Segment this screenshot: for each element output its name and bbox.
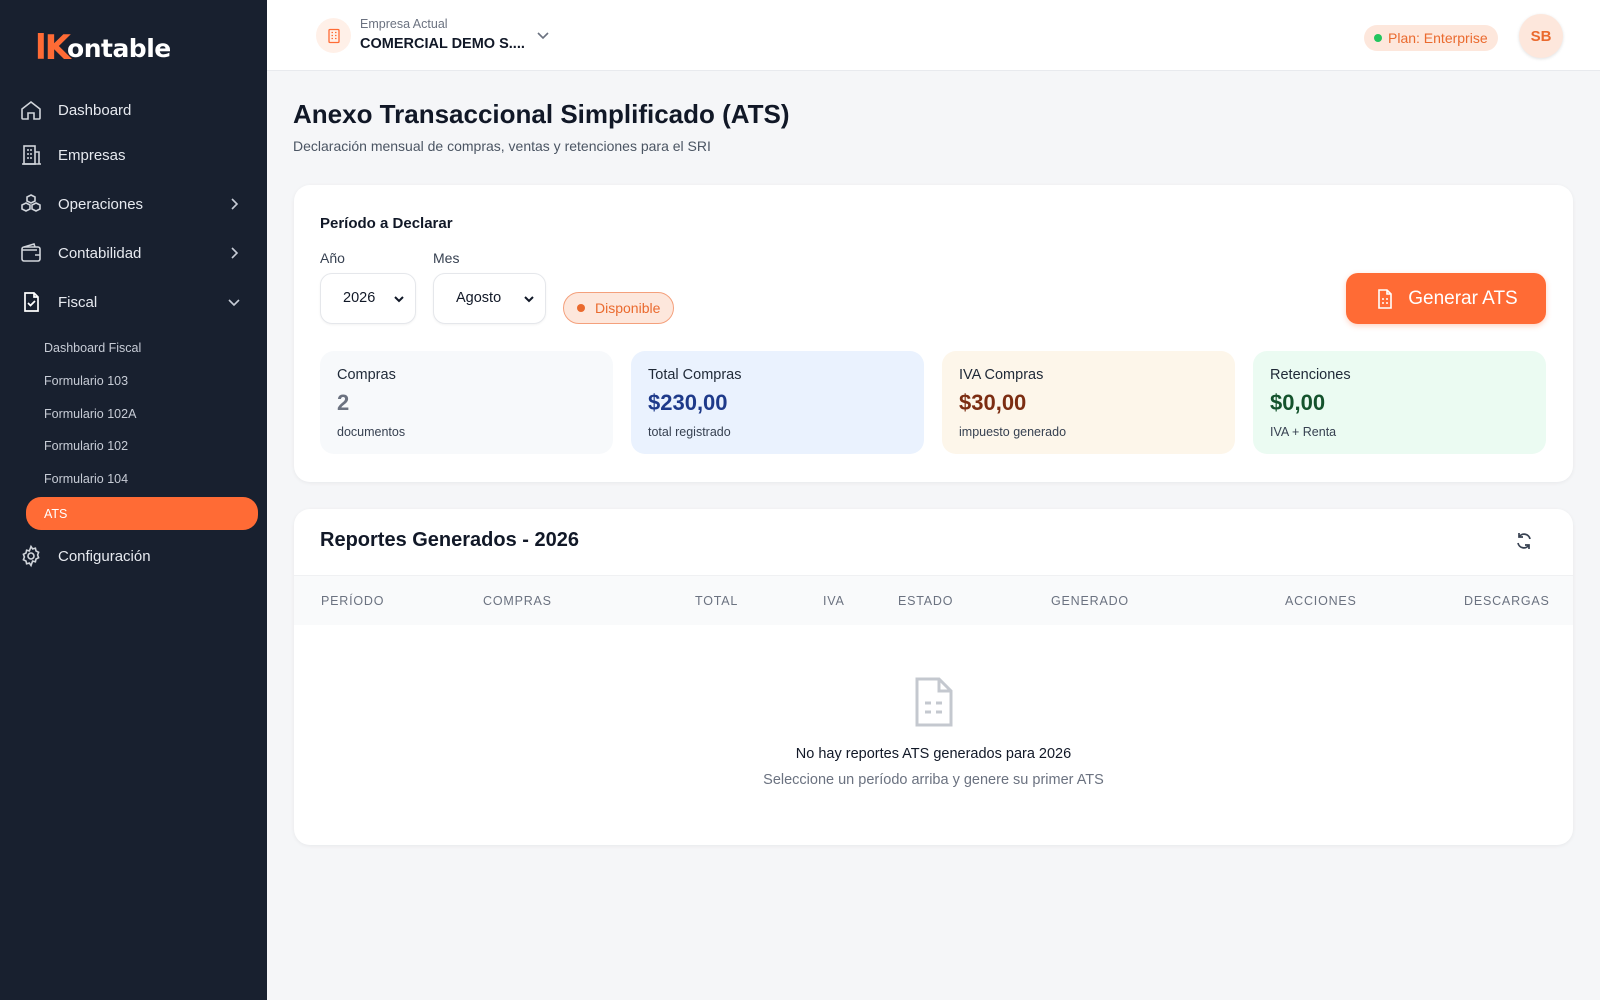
generate-ats-label: Generar ATS [1408, 287, 1518, 309]
status-dot [1374, 34, 1382, 42]
page-title: Anexo Transaccional Simplificado (ATS) [293, 99, 790, 129]
sidebar-item-fiscal[interactable]: Fiscal [18, 282, 250, 322]
column-header-generado: GENERADO [1051, 594, 1129, 608]
chevron-down-icon [394, 296, 404, 303]
stat-subtitle: impuesto generado [959, 425, 1067, 439]
sidebar-subitem-formulario-102[interactable]: Formulario 102 [26, 431, 258, 461]
stat-title: Compras [337, 367, 396, 383]
stat-card-iva-compras: IVA Compras $30,00 impuesto generado [942, 351, 1235, 454]
stat-card-compras: Compras 2 documentos [320, 351, 613, 454]
empty-document-icon [915, 677, 953, 727]
column-header-estado: ESTADO [898, 594, 954, 608]
stat-value: $0,00 [1270, 390, 1326, 415]
stat-value: 2 [337, 390, 350, 415]
sidebar-item-label: Contabilidad [58, 244, 142, 262]
year-value: 2026 [343, 290, 376, 306]
wallet-icon [18, 240, 44, 266]
sidebar-item-configuracion[interactable]: Configuración [18, 536, 250, 576]
sidebar: lK ontable Dashboard Empresas Operacione… [0, 0, 267, 1000]
logo-mark: lK [35, 28, 71, 68]
sidebar-subitem-formulario-102a[interactable]: Formulario 102A [26, 399, 258, 429]
cubes-icon [18, 191, 44, 217]
chevron-right-icon [231, 198, 239, 210]
stat-subtitle: total registrado [648, 425, 731, 439]
stat-value: $230,00 [648, 390, 728, 415]
chevron-down-icon[interactable] [535, 27, 551, 43]
sidebar-item-label: Configuración [58, 547, 151, 565]
period-card: Período a Declarar Año 2026 Mes Agosto D… [294, 185, 1573, 482]
month-label: Mes [433, 250, 460, 266]
document-check-icon [18, 289, 44, 315]
column-header-periodo: PERÍODO [321, 594, 385, 608]
sidebar-item-operaciones[interactable]: Operaciones [18, 184, 250, 224]
stat-title: IVA Compras [959, 367, 1044, 383]
sidebar-item-dashboard[interactable]: Dashboard [18, 90, 250, 130]
sidebar-item-label: Empresas [58, 146, 126, 164]
reports-card: Reportes Generados - 2026 PERÍODO COMPRA… [294, 509, 1573, 845]
reports-title: Reportes Generados - 2026 [320, 529, 579, 551]
column-header-descargas: DESCARGAS [1464, 594, 1550, 608]
generate-ats-button[interactable]: Generar ATS [1346, 273, 1546, 324]
column-header-compras: COMPRAS [483, 594, 552, 608]
year-label: Año [320, 250, 345, 266]
gear-icon [18, 543, 44, 569]
home-icon [18, 97, 44, 123]
page-subtitle: Declaración mensual de compras, ventas y… [293, 138, 711, 154]
logo-text: ontable [67, 33, 171, 63]
chevron-down-icon [228, 299, 240, 307]
period-title: Período a Declarar [320, 215, 453, 232]
stat-subtitle: IVA + Renta [1270, 425, 1337, 439]
building-icon [316, 18, 351, 53]
status-badge: Disponible [563, 292, 675, 324]
empty-state-subtitle: Seleccione un período arriba y genere su… [763, 772, 1104, 788]
stat-card-retenciones: Retenciones $0,00 IVA + Renta [1253, 351, 1546, 454]
stat-card-total-compras: Total Compras $230,00 total registrado [631, 351, 924, 454]
table-header: PERÍODO COMPRAS TOTAL IVA ESTADO GENERAD… [294, 575, 1573, 625]
company-label: Empresa Actual [360, 17, 448, 31]
refresh-icon[interactable] [1514, 531, 1534, 551]
column-header-acciones: ACCIONES [1285, 594, 1357, 608]
stat-title: Total Compras [648, 367, 742, 383]
sidebar-item-empresas[interactable]: Empresas [18, 135, 250, 175]
status-label: Disponible [595, 300, 661, 316]
document-icon [1378, 288, 1393, 309]
sidebar-subitem-ats[interactable]: ATS [26, 497, 258, 530]
month-value: Agosto [456, 290, 502, 306]
sidebar-item-label: Dashboard [58, 101, 132, 119]
sidebar-subitem-formulario-104[interactable]: Formulario 104 [26, 464, 258, 494]
topbar: Empresa Actual COMERCIAL DEMO S.... Plan… [267, 0, 1600, 71]
column-header-total: TOTAL [695, 594, 739, 608]
empty-state-title: No hay reportes ATS generados para 2026 [795, 746, 1072, 762]
plan-label: Plan: Enterprise [1388, 30, 1488, 46]
chevron-right-icon [231, 247, 239, 259]
plan-badge: Plan: Enterprise [1364, 25, 1498, 51]
sidebar-item-contabilidad[interactable]: Contabilidad [18, 233, 250, 273]
stat-value: $30,00 [959, 390, 1027, 415]
sidebar-subitem-dashboard-fiscal[interactable]: Dashboard Fiscal [26, 333, 258, 363]
chevron-down-icon [524, 296, 534, 303]
status-dot [577, 304, 585, 312]
company-selector[interactable]: COMERCIAL DEMO S.... [360, 36, 525, 52]
month-select[interactable]: Agosto [433, 273, 546, 324]
year-select[interactable]: 2026 [320, 273, 416, 324]
column-header-iva: IVA [823, 594, 845, 608]
stat-subtitle: documentos [337, 425, 406, 439]
sidebar-subitem-formulario-103[interactable]: Formulario 103 [26, 366, 258, 396]
sidebar-item-label: Operaciones [58, 195, 144, 213]
avatar[interactable]: SB [1519, 14, 1563, 58]
kontable-logo[interactable]: lK ontable [35, 28, 171, 68]
building-icon [18, 142, 44, 168]
sidebar-item-label: Fiscal [58, 293, 98, 311]
stat-title: Retenciones [1270, 367, 1351, 383]
